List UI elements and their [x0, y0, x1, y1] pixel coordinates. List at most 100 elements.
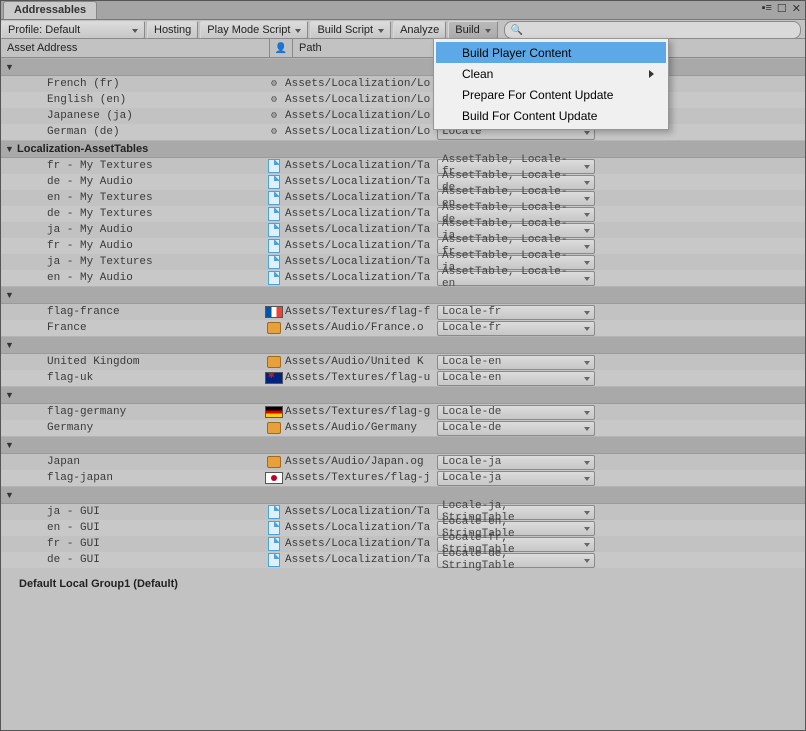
menu-item[interactable]: Build Player Content — [436, 42, 666, 63]
asset-row[interactable]: German (de)⚙Assets/Localization/LoLocale — [1, 124, 805, 140]
close-icon[interactable]: ✕ — [792, 2, 801, 15]
label-dropdown[interactable]: Locale-ja — [437, 471, 595, 486]
asset-name: fr - My Textures — [1, 160, 263, 172]
asset-row[interactable]: en - My AudioAssets/Localization/TaAsset… — [1, 270, 805, 286]
window-menu-icon[interactable]: ▪≡ — [762, 2, 772, 15]
menu-item-label: Clean — [462, 67, 493, 81]
asset-name: en - My Audio — [1, 272, 263, 284]
tab-addressables[interactable]: Addressables — [3, 1, 97, 19]
asset-row[interactable]: de - My AudioAssets/Localization/TaAsset… — [1, 174, 805, 190]
build-script-dropdown[interactable]: Build Script — [310, 21, 391, 39]
asset-row[interactable]: English (en)⚙Assets/Localization/Lo — [1, 92, 805, 108]
addressables-window[interactable]: Addressables ▪≡ ☐ ✕ Profile: Default Hos… — [0, 0, 806, 731]
group-header[interactable]: ▼ — [1, 58, 805, 76]
expand-triangle-icon: ▼ — [5, 290, 15, 300]
build-dropdown-menu[interactable]: Build Player Content Clean Prepare For Con… — [433, 38, 669, 130]
asset-row[interactable]: flag-ukAssets/Textures/flag-uLocale-en — [1, 370, 805, 386]
search-icon: 🔍 — [511, 25, 523, 36]
expand-triangle-icon: ▼ — [5, 144, 15, 154]
asset-row[interactable]: fr - GUIAssets/Localization/TaLocale-fr,… — [1, 536, 805, 552]
asset-path: Assets/Textures/flag-f — [285, 306, 433, 318]
asset-name: ja - My Textures — [1, 256, 263, 268]
column-icon[interactable]: 👤 — [270, 39, 293, 57]
menu-item[interactable]: Clean — [436, 63, 666, 84]
asset-row[interactable]: de - My TexturesAssets/Localization/TaAs… — [1, 206, 805, 222]
asset-name: German (de) — [1, 126, 263, 138]
asset-tree[interactable]: ▼French (fr)⚙Assets/Localization/LoEngli… — [1, 58, 805, 730]
label-dropdown[interactable]: Locale-de — [437, 421, 595, 436]
asset-page-icon — [268, 271, 280, 285]
asset-name: fr - GUI — [1, 538, 263, 550]
menu-item-label: Build For Content Update — [462, 109, 597, 123]
maximize-icon[interactable]: ☐ — [777, 2, 787, 15]
asset-row[interactable]: FranceAssets/Audio/France.oLocale-fr — [1, 320, 805, 336]
asset-row[interactable]: flag-japanAssets/Textures/flag-jLocale-j… — [1, 470, 805, 486]
play-mode-script-dropdown[interactable]: Play Mode Script — [200, 21, 308, 39]
asset-path: Assets/Localization/Lo — [285, 78, 433, 90]
label-dropdown[interactable]: Locale-ja — [437, 455, 595, 470]
hosting-button[interactable]: Hosting — [147, 21, 198, 39]
asset-path: Assets/Textures/flag-g — [285, 406, 433, 418]
asset-row[interactable]: French (fr)⚙Assets/Localization/Lo — [1, 76, 805, 92]
asset-name: fr - My Audio — [1, 240, 263, 252]
label-dropdown[interactable]: Locale-en — [437, 371, 595, 386]
asset-row[interactable]: ja - GUIAssets/Localization/TaLocale-ja,… — [1, 504, 805, 520]
asset-row[interactable]: JapanAssets/Audio/Japan.ogLocale-ja — [1, 454, 805, 470]
group-header[interactable]: ▼ — [1, 336, 805, 354]
expand-triangle-icon: ▼ — [5, 490, 15, 500]
label-dropdown[interactable]: AssetTable, Locale-en — [437, 271, 595, 286]
asset-path: Assets/Localization/Ta — [285, 192, 433, 204]
label-dropdown[interactable]: Locale-fr — [437, 321, 595, 336]
column-asset-address[interactable]: Asset Address — [1, 39, 270, 57]
asset-row[interactable]: en - My TexturesAssets/Localization/TaAs… — [1, 190, 805, 206]
group-header[interactable]: ▼Localization-AssetTables — [1, 140, 805, 158]
asset-name: English (en) — [1, 94, 263, 106]
audio-icon — [267, 422, 281, 434]
build-dropdown[interactable]: Build — [448, 21, 497, 39]
group-header[interactable]: ▼ — [1, 386, 805, 404]
flag-japan-icon — [265, 472, 283, 484]
asset-name: de - My Audio — [1, 176, 263, 188]
asset-name: en - My Textures — [1, 192, 263, 204]
default-local-group[interactable]: Default Local Group1 (Default) — [1, 576, 805, 592]
asset-page-icon — [268, 175, 280, 189]
asset-path: Assets/Audio/Japan.og — [285, 456, 433, 468]
group-header[interactable]: ▼ — [1, 286, 805, 304]
asset-row[interactable]: fr - My AudioAssets/Localization/TaAsset… — [1, 238, 805, 254]
label-dropdown[interactable]: Locale-de — [437, 405, 595, 420]
asset-row[interactable]: fr - My TexturesAssets/Localization/TaAs… — [1, 158, 805, 174]
asset-row[interactable]: ja - My TexturesAssets/Localization/TaAs… — [1, 254, 805, 270]
asset-path: Assets/Localization/Ta — [285, 538, 433, 550]
asset-row[interactable]: de - GUIAssets/Localization/TaLocale-de,… — [1, 552, 805, 568]
menu-item[interactable]: Prepare For Content Update — [436, 84, 666, 105]
asset-path: Assets/Localization/Ta — [285, 554, 433, 566]
label-dropdown[interactable]: Locale-en — [437, 355, 595, 370]
asset-row[interactable]: United KingdomAssets/Audio/United KLocal… — [1, 354, 805, 370]
asset-row[interactable]: flag-franceAssets/Textures/flag-fLocale-… — [1, 304, 805, 320]
analyze-button[interactable]: Analyze — [393, 21, 446, 39]
asset-row[interactable]: en - GUIAssets/Localization/TaLocale-en,… — [1, 520, 805, 536]
label-text: Locale-de — [442, 406, 501, 418]
asset-page-icon — [268, 255, 280, 269]
asset-row[interactable]: Japanese (ja)⚙Assets/Localization/Lo — [1, 108, 805, 124]
group-header[interactable]: ▼ — [1, 486, 805, 504]
asset-path: Assets/Localization/Lo — [285, 110, 433, 122]
search-field[interactable]: 🔍 — [504, 21, 801, 39]
group-header[interactable]: ▼ — [1, 436, 805, 454]
asset-row[interactable]: flag-germanyAssets/Textures/flag-gLocale… — [1, 404, 805, 420]
label-text: AssetTable, Locale-en — [442, 266, 580, 290]
asset-row[interactable]: ja - My AudioAssets/Localization/TaAsset… — [1, 222, 805, 238]
menu-item[interactable]: Build For Content Update — [436, 105, 666, 126]
label-dropdown[interactable]: Locale-de, StringTable — [437, 553, 595, 568]
label-dropdown[interactable]: Locale-fr — [437, 305, 595, 320]
gear-icon: ⚙ — [271, 78, 277, 90]
asset-path: Assets/Textures/flag-u — [285, 372, 433, 384]
expand-triangle-icon: ▼ — [5, 390, 15, 400]
asset-path: Assets/Audio/France.o — [285, 322, 433, 334]
asset-row[interactable]: GermanyAssets/Audio/GermanyLocale-de — [1, 420, 805, 436]
asset-path: Assets/Audio/Germany — [285, 422, 433, 434]
label-text: Locale-ja — [442, 472, 501, 484]
title-tab-bar: Addressables ▪≡ ☐ ✕ — [1, 1, 805, 20]
column-header: Asset Address 👤 Path — [1, 39, 805, 58]
profile-dropdown[interactable]: Profile: Default — [1, 21, 145, 39]
